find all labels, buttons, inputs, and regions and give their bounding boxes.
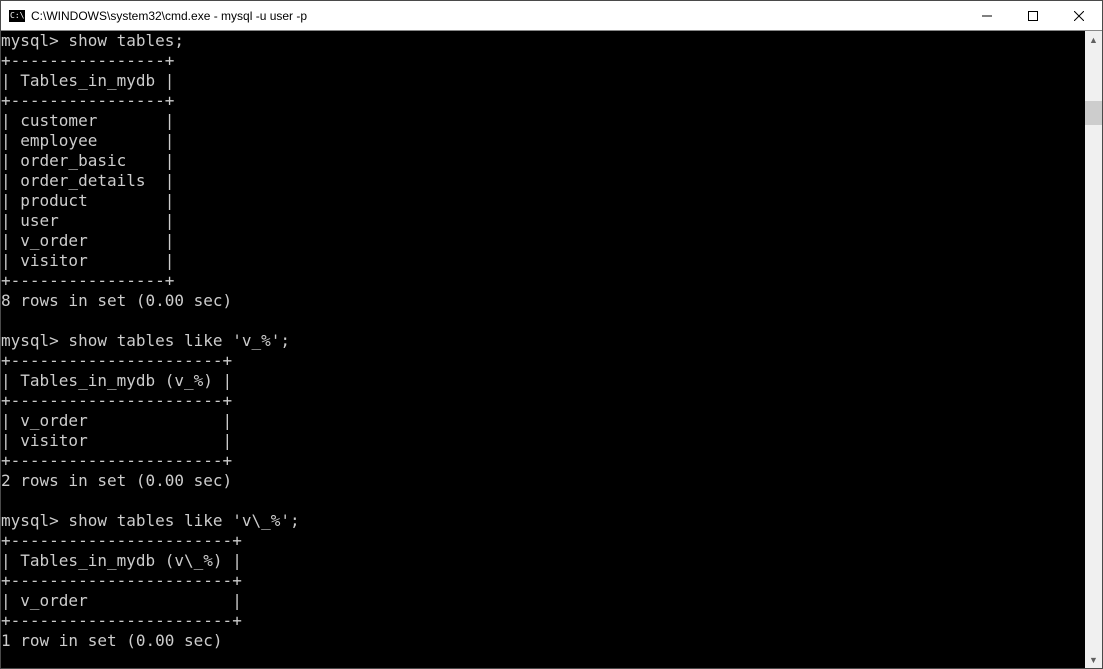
- minimize-button[interactable]: [964, 1, 1010, 31]
- cmd-icon: [9, 10, 25, 22]
- minimize-icon: [982, 11, 992, 21]
- cmd-window: C:\WINDOWS\system32\cmd.exe - mysql -u u…: [0, 0, 1103, 669]
- vertical-scrollbar[interactable]: ▲ ▼: [1085, 31, 1102, 668]
- close-button[interactable]: [1056, 1, 1102, 31]
- maximize-button[interactable]: [1010, 1, 1056, 31]
- scroll-thumb[interactable]: [1085, 101, 1102, 125]
- maximize-icon: [1028, 11, 1038, 21]
- terminal-output[interactable]: mysql> show tables; +----------------+ |…: [1, 31, 1085, 668]
- close-icon: [1074, 11, 1084, 21]
- titlebar[interactable]: C:\WINDOWS\system32\cmd.exe - mysql -u u…: [1, 1, 1102, 31]
- scroll-up-arrow[interactable]: ▲: [1085, 31, 1102, 48]
- scroll-down-arrow[interactable]: ▼: [1085, 651, 1102, 668]
- window-title: C:\WINDOWS\system32\cmd.exe - mysql -u u…: [31, 9, 307, 23]
- window-body: mysql> show tables; +----------------+ |…: [1, 31, 1102, 668]
